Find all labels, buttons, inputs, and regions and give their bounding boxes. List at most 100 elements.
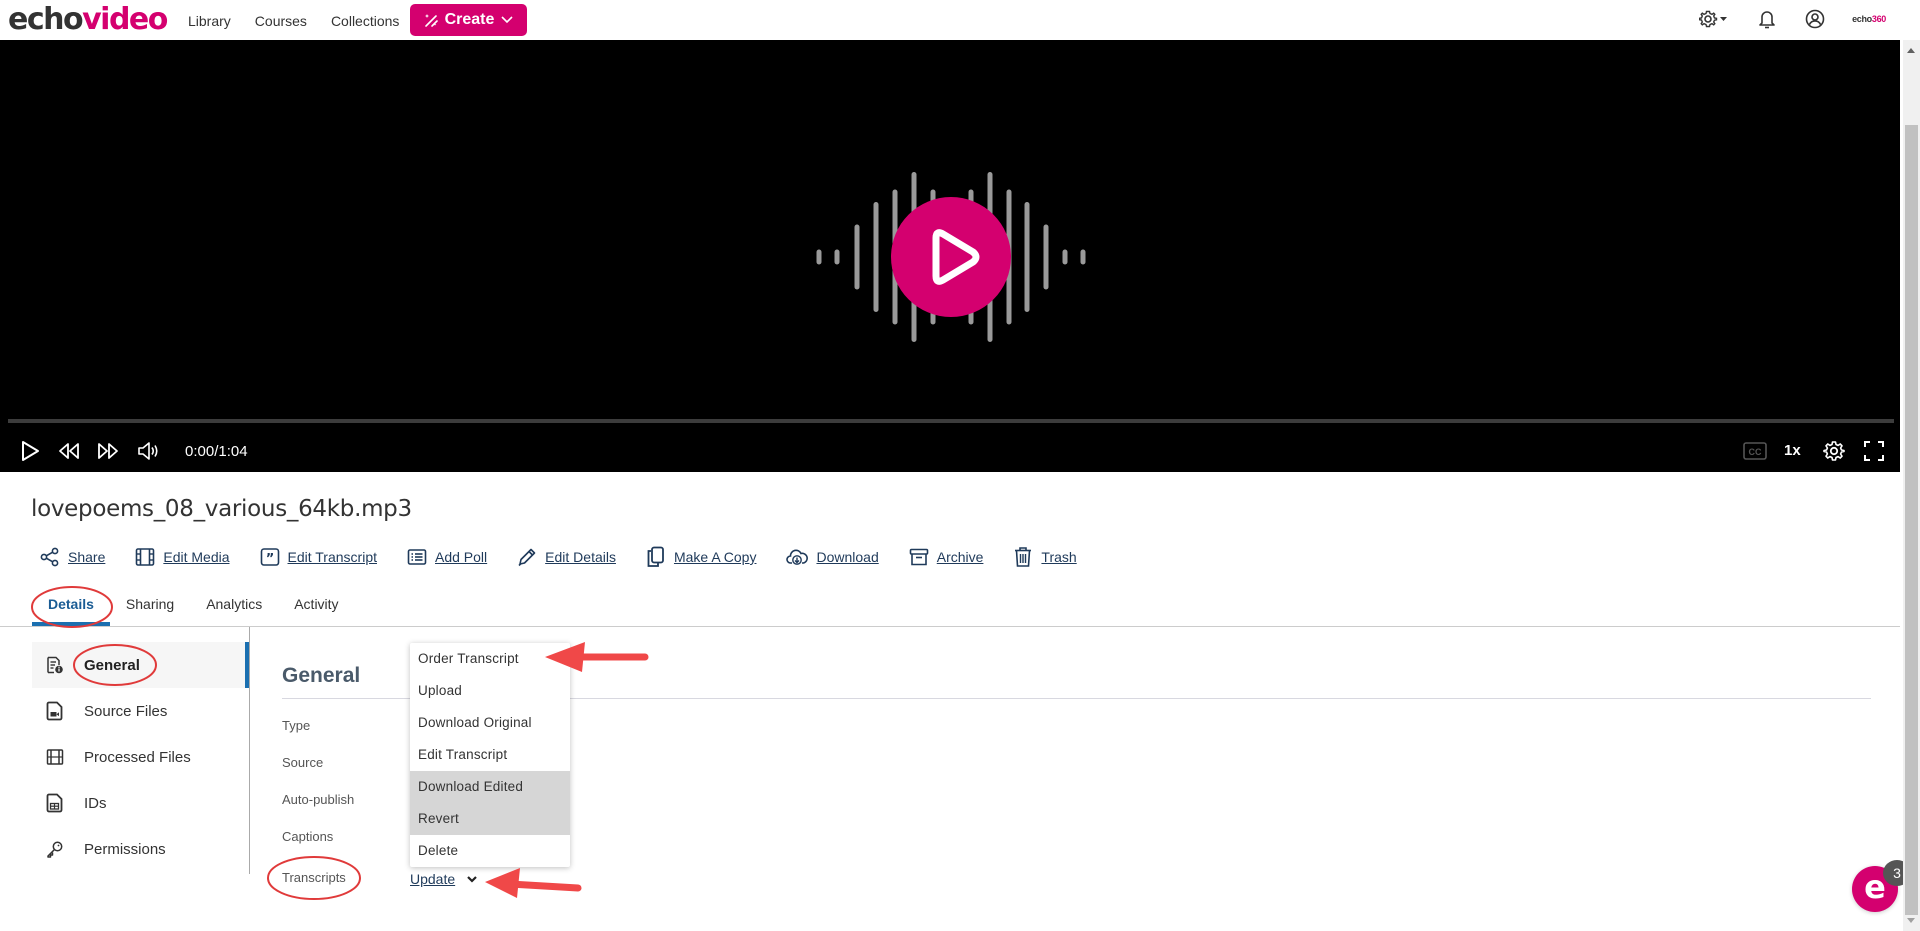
edit-details-action[interactable]: Edit Details — [517, 546, 616, 568]
sidenav-divider — [249, 627, 250, 874]
details-sidenav: General Source Files Processed Files IDs… — [32, 642, 249, 872]
settings-menu-button[interactable] — [1698, 8, 1730, 30]
user-icon — [1805, 9, 1825, 29]
rewind-button[interactable] — [56, 438, 82, 464]
id-file-icon — [46, 793, 63, 813]
page-scrollbar[interactable] — [1903, 40, 1920, 931]
create-button[interactable]: Create — [410, 4, 527, 36]
user-menu-button[interactable] — [1804, 8, 1826, 30]
scroll-down-arrow-icon[interactable] — [1907, 918, 1915, 923]
document-info-icon — [47, 656, 63, 674]
menu-item-edit-transcript[interactable]: Edit Transcript — [410, 739, 570, 771]
svg-text:”: ” — [265, 552, 274, 567]
field-label-type: Type — [282, 718, 311, 733]
tab-activity[interactable]: Activity — [294, 592, 338, 626]
nav-collections[interactable]: Collections — [331, 13, 399, 29]
sidenav-item-ids[interactable]: IDs — [32, 780, 249, 826]
edit-media-label: Edit Media — [163, 549, 230, 565]
add-poll-action[interactable]: Add Poll — [407, 546, 487, 568]
edit-media-action[interactable]: Edit Media — [135, 546, 230, 568]
mini-logo-echo: echo — [1852, 14, 1872, 24]
sidenav-item-permissions[interactable]: Permissions — [32, 826, 249, 872]
bell-icon — [1759, 11, 1775, 29]
film-icon — [46, 749, 64, 765]
echo360-logo[interactable]: echo360 — [1852, 14, 1886, 24]
share-icon — [40, 547, 59, 567]
detail-tabs: Details Sharing Analytics Activity — [32, 592, 371, 626]
fullscreen-icon — [1864, 441, 1884, 461]
scroll-up-arrow-icon[interactable] — [1907, 48, 1915, 53]
make-a-copy-label: Make A Copy — [673, 549, 757, 565]
key-icon — [47, 841, 63, 858]
page: echovideo Library Courses Collections Cr… — [0, 0, 1911, 931]
big-play-button[interactable] — [891, 197, 1011, 317]
menu-item-delete[interactable]: Delete — [410, 835, 570, 867]
sidenav-item-source-files[interactable]: Source Files — [32, 688, 249, 734]
archive-label: Archive — [936, 549, 984, 565]
transcript-update-menu: Order Transcript Upload Download Origina… — [410, 643, 570, 867]
menu-item-order-transcript[interactable]: Order Transcript — [410, 643, 570, 675]
volume-button[interactable] — [136, 438, 162, 464]
sidenav-item-processed-files[interactable]: Processed Files — [32, 734, 249, 780]
sidenav-item-general[interactable]: General — [32, 642, 249, 688]
volume-icon — [138, 442, 158, 460]
fullscreen-button[interactable] — [1861, 438, 1887, 464]
echovideo-logo[interactable]: echovideo — [8, 2, 168, 37]
player-controls: 0:00/1:04 CC 1x — [0, 434, 1900, 472]
pencil-icon — [518, 548, 536, 567]
video-file-icon — [46, 701, 63, 721]
nav-links: Library Courses Collections — [188, 13, 399, 29]
field-label-source: Source — [282, 755, 324, 770]
notifications-button[interactable] — [1756, 8, 1778, 30]
menu-item-download-edited[interactable]: Download Edited — [410, 771, 570, 803]
nav-courses[interactable]: Courses — [255, 13, 307, 29]
tabs-divider — [0, 626, 1900, 627]
cloud-download-icon — [786, 549, 809, 565]
field-label-auto-publish: Auto-publish — [282, 792, 355, 807]
sidenav-label-general: General — [84, 656, 140, 674]
trash-action[interactable]: Trash — [1013, 546, 1077, 568]
tab-analytics[interactable]: Analytics — [206, 592, 262, 626]
download-label: Download — [816, 549, 879, 565]
field-label-transcripts: Transcripts — [282, 870, 346, 885]
fast-forward-button[interactable] — [95, 438, 121, 464]
edit-transcript-action[interactable]: ” Edit Transcript — [260, 546, 377, 568]
list-icon — [407, 549, 427, 565]
logo-video-text: video — [82, 2, 168, 37]
tab-details[interactable]: Details — [32, 592, 110, 626]
archive-action[interactable]: Archive — [909, 546, 984, 568]
player-settings-button[interactable] — [1821, 438, 1847, 464]
sidenav-label-permissions: Permissions — [84, 840, 166, 858]
menu-item-revert[interactable]: Revert — [410, 803, 570, 835]
cc-icon: CC — [1743, 442, 1767, 460]
mini-logo-360: 360 — [1871, 14, 1886, 24]
top-nav: echovideo Library Courses Collections Cr… — [0, 0, 1900, 40]
captions-button[interactable]: CC — [1741, 438, 1769, 464]
top-right-tools: echo360 — [1698, 8, 1900, 30]
annotation-arrow-update — [485, 868, 582, 898]
progress-bar[interactable] — [8, 419, 1894, 423]
media-title: lovepoems_08_various_64kb.mp3 — [31, 496, 412, 522]
transcripts-update-button[interactable]: Update — [410, 871, 455, 887]
make-a-copy-action[interactable]: Make A Copy — [646, 546, 757, 568]
chevron-down-icon — [501, 16, 513, 24]
create-label: Create — [444, 11, 495, 28]
audio-waveform-art — [816, 172, 1086, 342]
media-actions: Share Edit Media ” Edit Transcript Add P… — [40, 546, 1107, 568]
general-section-title: General — [282, 664, 361, 687]
playback-speed-button[interactable]: 1x — [1784, 442, 1801, 459]
quote-icon: ” — [260, 548, 279, 567]
media-player[interactable]: 0:00/1:04 CC 1x — [0, 40, 1900, 472]
copy-icon — [647, 546, 664, 567]
add-poll-label: Add Poll — [435, 549, 488, 565]
menu-item-upload[interactable]: Upload — [410, 675, 570, 707]
nav-library[interactable]: Library — [188, 13, 231, 29]
scroll-thumb[interactable] — [1905, 125, 1918, 915]
play-button[interactable] — [17, 438, 43, 464]
share-action[interactable]: Share — [40, 546, 105, 568]
download-action[interactable]: Download — [786, 546, 879, 568]
tab-sharing[interactable]: Sharing — [126, 592, 174, 626]
film-icon — [136, 548, 155, 566]
chevron-down-icon[interactable] — [466, 873, 478, 885]
menu-item-download-original[interactable]: Download Original — [410, 707, 570, 739]
